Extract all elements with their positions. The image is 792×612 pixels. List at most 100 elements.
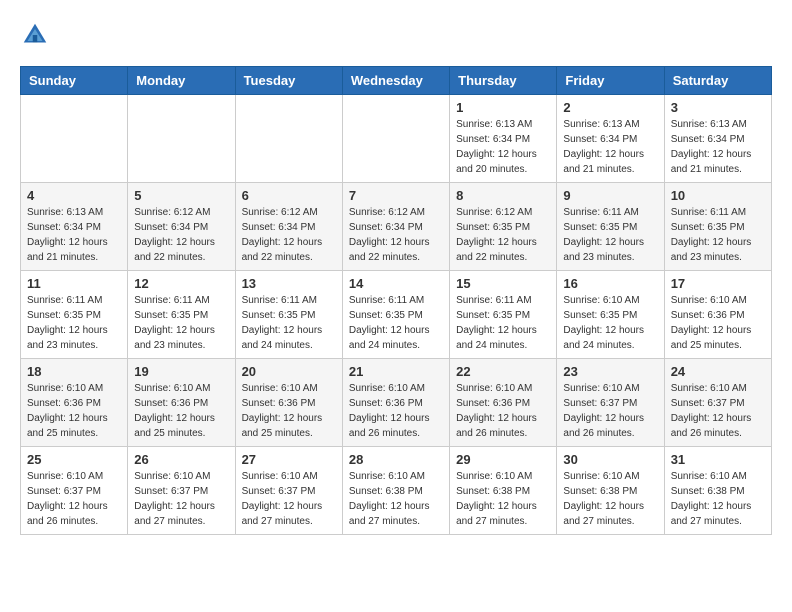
cell-date-number: 21: [349, 364, 443, 379]
cell-date-number: 28: [349, 452, 443, 467]
calendar-cell: 9 Sunrise: 6:11 AM Sunset: 6:35 PM Daylig…: [557, 183, 664, 271]
cell-date-number: 25: [27, 452, 121, 467]
cell-info-text: Sunrise: 6:13 AM Sunset: 6:34 PM Dayligh…: [563, 117, 657, 177]
cell-date-number: 10: [671, 188, 765, 203]
cell-date-number: 26: [134, 452, 228, 467]
cell-info-text: Sunrise: 6:10 AM Sunset: 6:38 PM Dayligh…: [563, 469, 657, 529]
page: SundayMondayTuesdayWednesdayThursdayFrid…: [0, 0, 792, 545]
cell-date-number: 3: [671, 100, 765, 115]
cell-info-text: Sunrise: 6:11 AM Sunset: 6:35 PM Dayligh…: [349, 293, 443, 353]
cell-info-text: Sunrise: 6:10 AM Sunset: 6:37 PM Dayligh…: [671, 381, 765, 441]
cell-info-text: Sunrise: 6:10 AM Sunset: 6:38 PM Dayligh…: [671, 469, 765, 529]
calendar-cell: 22Sunrise: 6:10 AM Sunset: 6:36 PM Dayli…: [450, 359, 557, 447]
calendar-cell: 28 Sunrise: 6:10 AM Sunset: 6:38 PM Dayli…: [342, 447, 449, 535]
calendar-cell: [128, 95, 235, 183]
cell-info-text: Sunrise: 6:12 AM Sunset: 6:35 PM Dayligh…: [456, 205, 550, 265]
calendar-cell: [235, 95, 342, 183]
calendar-cell: 17 Sunrise: 6:10 AM Sunset: 6:36 PM Dayli…: [664, 271, 771, 359]
cell-date-number: 15: [456, 276, 550, 291]
calendar-cell: 14 Sunrise: 6:11 AM Sunset: 6:35 PM Dayli…: [342, 271, 449, 359]
cell-info-text: Sunrise: 6:11 AM Sunset: 6:35 PM Dayligh…: [242, 293, 336, 353]
calendar-cell: 29 Sunrise: 6:10 AM Sunset: 6:38 PM Dayli…: [450, 447, 557, 535]
calendar-header-row: SundayMondayTuesdayWednesdayThursdayFrid…: [21, 67, 772, 95]
calendar-cell: 31 Sunrise: 6:10 AM Sunset: 6:38 PM Dayli…: [664, 447, 771, 535]
logo-icon: [20, 20, 50, 50]
cell-date-number: 1: [456, 100, 550, 115]
cell-date-number: 22: [456, 364, 550, 379]
cell-date-number: 24: [671, 364, 765, 379]
cell-date-number: 30: [563, 452, 657, 467]
calendar-week-1: 4Sunrise: 6:13 AM Sunset: 6:34 PM Daylig…: [21, 183, 772, 271]
calendar-cell: 25 Sunrise: 6:10 AM Sunset: 6:37 PM Dayli…: [21, 447, 128, 535]
cell-date-number: 20: [242, 364, 336, 379]
calendar-cell: 23 Sunrise: 6:10 AM Sunset: 6:37 PM Dayli…: [557, 359, 664, 447]
cell-date-number: 6: [242, 188, 336, 203]
cell-date-number: 16: [563, 276, 657, 291]
cell-info-text: Sunrise: 6:11 AM Sunset: 6:35 PM Dayligh…: [563, 205, 657, 265]
calendar-cell: [21, 95, 128, 183]
cell-info-text: Sunrise: 6:11 AM Sunset: 6:35 PM Dayligh…: [134, 293, 228, 353]
cell-date-number: 2: [563, 100, 657, 115]
cell-date-number: 19: [134, 364, 228, 379]
calendar-cell: 10 Sunrise: 6:11 AM Sunset: 6:35 PM Dayli…: [664, 183, 771, 271]
cell-info-text: Sunrise: 6:10 AM Sunset: 6:36 PM Dayligh…: [134, 381, 228, 441]
day-header-sunday: Sunday: [21, 67, 128, 95]
cell-date-number: 9: [563, 188, 657, 203]
calendar-cell: 27 Sunrise: 6:10 AM Sunset: 6:37 PM Dayli…: [235, 447, 342, 535]
calendar-cell: 1 Sunrise: 6:13 AM Sunset: 6:34 PM Daylig…: [450, 95, 557, 183]
cell-date-number: 23: [563, 364, 657, 379]
calendar-cell: [342, 95, 449, 183]
cell-info-text: Sunrise: 6:10 AM Sunset: 6:36 PM Dayligh…: [27, 381, 121, 441]
cell-date-number: 11: [27, 276, 121, 291]
calendar-week-4: 25 Sunrise: 6:10 AM Sunset: 6:37 PM Dayli…: [21, 447, 772, 535]
cell-date-number: 8: [456, 188, 550, 203]
cell-date-number: 18: [27, 364, 121, 379]
cell-info-text: Sunrise: 6:10 AM Sunset: 6:36 PM Dayligh…: [671, 293, 765, 353]
cell-info-text: Sunrise: 6:12 AM Sunset: 6:34 PM Dayligh…: [134, 205, 228, 265]
calendar-table: SundayMondayTuesdayWednesdayThursdayFrid…: [20, 66, 772, 535]
cell-info-text: Sunrise: 6:10 AM Sunset: 6:37 PM Dayligh…: [27, 469, 121, 529]
cell-info-text: Sunrise: 6:10 AM Sunset: 6:36 PM Dayligh…: [242, 381, 336, 441]
cell-info-text: Sunrise: 6:10 AM Sunset: 6:37 PM Dayligh…: [242, 469, 336, 529]
calendar-cell: 15 Sunrise: 6:11 AM Sunset: 6:35 PM Dayli…: [450, 271, 557, 359]
cell-date-number: 4: [27, 188, 121, 203]
calendar-cell: 26Sunrise: 6:10 AM Sunset: 6:37 PM Dayli…: [128, 447, 235, 535]
calendar-cell: 20 Sunrise: 6:10 AM Sunset: 6:36 PM Dayli…: [235, 359, 342, 447]
cell-date-number: 7: [349, 188, 443, 203]
calendar-week-3: 18 Sunrise: 6:10 AM Sunset: 6:36 PM Dayli…: [21, 359, 772, 447]
cell-info-text: Sunrise: 6:13 AM Sunset: 6:34 PM Dayligh…: [456, 117, 550, 177]
cell-date-number: 29: [456, 452, 550, 467]
day-header-wednesday: Wednesday: [342, 67, 449, 95]
calendar-cell: 16Sunrise: 6:10 AM Sunset: 6:35 PM Dayli…: [557, 271, 664, 359]
calendar-cell: 19 Sunrise: 6:10 AM Sunset: 6:36 PM Dayli…: [128, 359, 235, 447]
cell-date-number: 17: [671, 276, 765, 291]
calendar-cell: 8 Sunrise: 6:12 AM Sunset: 6:35 PM Daylig…: [450, 183, 557, 271]
cell-date-number: 27: [242, 452, 336, 467]
cell-date-number: 31: [671, 452, 765, 467]
cell-info-text: Sunrise: 6:10 AM Sunset: 6:36 PM Dayligh…: [349, 381, 443, 441]
calendar-week-0: 1 Sunrise: 6:13 AM Sunset: 6:34 PM Daylig…: [21, 95, 772, 183]
calendar-cell: 11Sunrise: 6:11 AM Sunset: 6:35 PM Dayli…: [21, 271, 128, 359]
calendar-cell: 2 Sunrise: 6:13 AM Sunset: 6:34 PM Daylig…: [557, 95, 664, 183]
calendar-cell: 7 Sunrise: 6:12 AM Sunset: 6:34 PM Daylig…: [342, 183, 449, 271]
cell-date-number: 12: [134, 276, 228, 291]
cell-date-number: 5: [134, 188, 228, 203]
logo: [20, 20, 56, 50]
day-header-monday: Monday: [128, 67, 235, 95]
calendar-cell: 3 Sunrise: 6:13 AM Sunset: 6:34 PM Daylig…: [664, 95, 771, 183]
cell-info-text: Sunrise: 6:12 AM Sunset: 6:34 PM Dayligh…: [349, 205, 443, 265]
cell-info-text: Sunrise: 6:10 AM Sunset: 6:37 PM Dayligh…: [563, 381, 657, 441]
cell-info-text: Sunrise: 6:11 AM Sunset: 6:35 PM Dayligh…: [456, 293, 550, 353]
cell-info-text: Sunrise: 6:11 AM Sunset: 6:35 PM Dayligh…: [671, 205, 765, 265]
calendar-cell: 30 Sunrise: 6:10 AM Sunset: 6:38 PM Dayli…: [557, 447, 664, 535]
day-header-thursday: Thursday: [450, 67, 557, 95]
calendar-week-2: 11 Sunrise: 6:11 AM Sunset: 6:35 PM Dayli…: [21, 271, 772, 359]
cell-date-number: 14: [349, 276, 443, 291]
day-header-tuesday: Tuesday: [235, 67, 342, 95]
cell-info-text: Sunrise: 6:10 AM Sunset: 6:38 PM Dayligh…: [456, 469, 550, 529]
cell-info-text: Sunrise: 6:12 AM Sunset: 6:34 PM Dayligh…: [242, 205, 336, 265]
cell-info-text: Sunrise: 6:13 AM Sunset: 6:34 PM Dayligh…: [671, 117, 765, 177]
cell-info-text: Sunrise: 6:10 AM Sunset: 6:38 PM Dayligh…: [349, 469, 443, 529]
calendar-cell: 12 Sunrise: 6:11 AM Sunset: 6:35 PM Dayli…: [128, 271, 235, 359]
calendar-cell: 24 Sunrise: 6:10 AM Sunset: 6:37 PM Dayli…: [664, 359, 771, 447]
